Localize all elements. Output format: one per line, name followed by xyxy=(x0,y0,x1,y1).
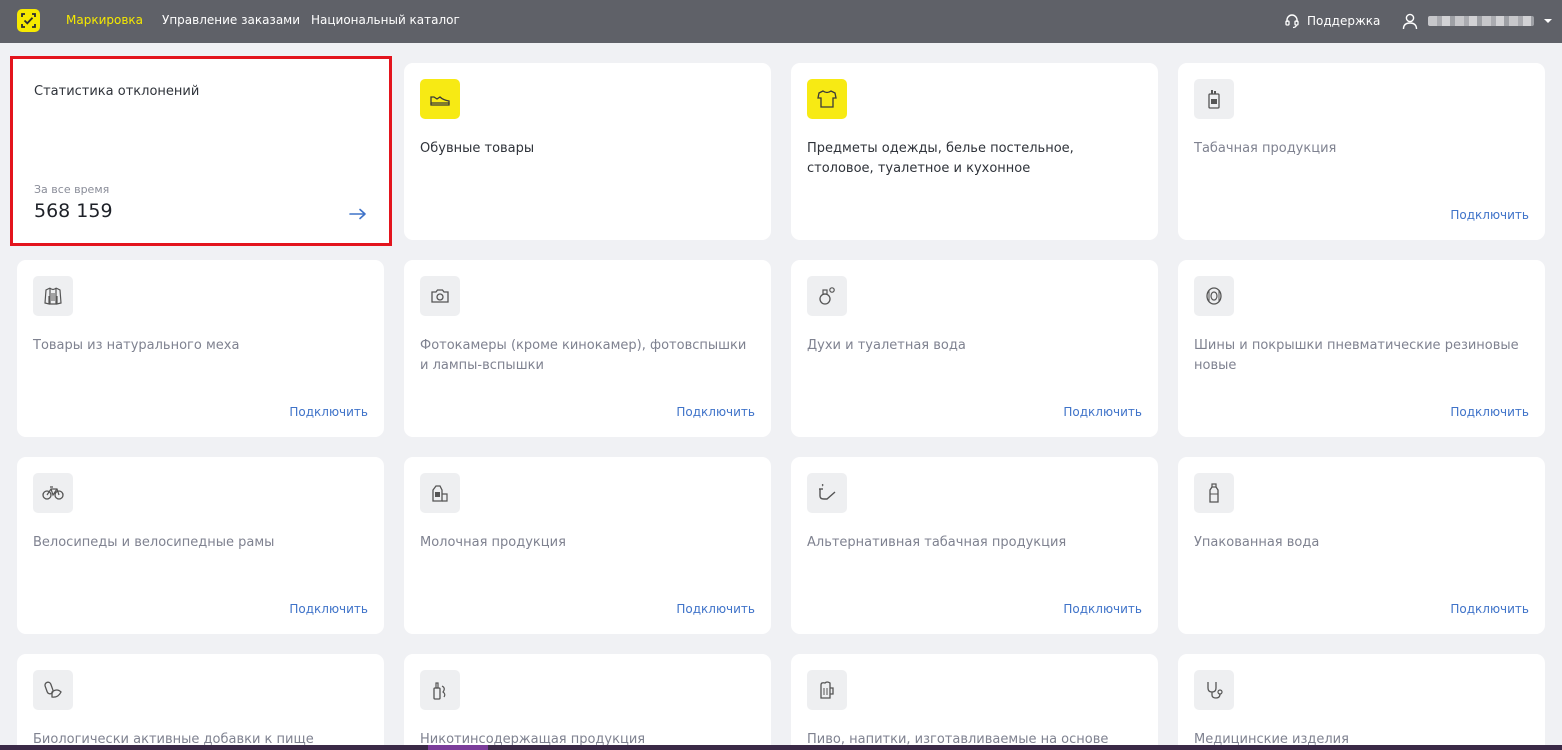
category-card-dairy[interactable]: Молочная продукция Подключить xyxy=(404,457,771,634)
deviation-statistics-card[interactable]: Статистика отклонений За все время 568 1… xyxy=(10,56,392,246)
tire-icon xyxy=(1194,276,1234,316)
stats-period: За все время xyxy=(34,183,110,196)
supplements-icon xyxy=(33,670,73,710)
taskbar-edge xyxy=(0,745,1562,750)
category-title: Фотокамеры (кроме кинокамер), фотовспышк… xyxy=(420,338,747,373)
milk-icon xyxy=(420,473,460,513)
arrow-right-icon[interactable] xyxy=(349,208,367,220)
category-title: Обувные товары xyxy=(420,141,535,156)
connect-link[interactable]: Подключить xyxy=(1450,405,1529,419)
category-title: Молочная продукция xyxy=(420,535,566,550)
category-card-water[interactable]: Упакованная вода Подключить xyxy=(1178,457,1545,634)
stethoscope-icon xyxy=(1194,670,1234,710)
support-button[interactable]: Поддержка xyxy=(1284,11,1380,31)
nav-marking[interactable]: Маркировка xyxy=(66,13,143,27)
category-title: Духи и туалетная вода xyxy=(807,338,966,353)
stats-value: 568 159 xyxy=(34,200,113,222)
connect-link[interactable]: Подключить xyxy=(289,602,368,616)
nav-national-catalog[interactable]: Национальный каталог xyxy=(311,13,460,27)
pipe-icon xyxy=(807,473,847,513)
water-bottle-icon xyxy=(1194,473,1234,513)
category-card-cameras[interactable]: Фотокамеры (кроме кинокамер), фотовспышк… xyxy=(404,260,771,437)
connect-link[interactable]: Подключить xyxy=(1063,602,1142,616)
top-navigation-bar: Маркировка Управление заказами Националь… xyxy=(0,0,1562,43)
camera-icon xyxy=(420,276,460,316)
category-title: Товары из натурального меха xyxy=(33,338,240,353)
category-card-tobacco[interactable]: Табачная продукция Подключить xyxy=(1178,63,1545,240)
category-title: Альтернативная табачная продукция xyxy=(807,535,1067,550)
category-card-nicotine[interactable]: Никотинсодержащая продукция xyxy=(404,654,771,750)
category-card-shoes[interactable]: Обувные товары xyxy=(404,63,771,240)
vape-icon xyxy=(420,670,460,710)
taskbar-active-segment xyxy=(428,745,488,750)
category-card-medical[interactable]: Медицинские изделия xyxy=(1178,654,1545,750)
connect-link[interactable]: Подключить xyxy=(1450,602,1529,616)
bicycle-icon xyxy=(33,473,73,513)
shoe-icon xyxy=(420,79,460,119)
category-title: Упакованная вода xyxy=(1194,535,1320,550)
perfume-icon xyxy=(807,276,847,316)
connect-link[interactable]: Подключить xyxy=(676,602,755,616)
tshirt-icon xyxy=(807,79,847,119)
category-card-supplements[interactable]: Биологически активные добавки к пище xyxy=(17,654,384,750)
user-name-redacted xyxy=(1428,16,1534,26)
category-card-beer[interactable]: Пиво, напитки, изготавливаемые на основе… xyxy=(791,654,1158,750)
beer-icon xyxy=(807,670,847,710)
nav-order-management[interactable]: Управление заказами xyxy=(162,13,300,27)
category-card-perfume[interactable]: Духи и туалетная вода Подключить xyxy=(791,260,1158,437)
category-title: Велосипеды и велосипедные рамы xyxy=(33,535,275,550)
category-card-fur[interactable]: Товары из натурального меха Подключить xyxy=(17,260,384,437)
category-card-bicycles[interactable]: Велосипеды и велосипедные рамы Подключит… xyxy=(17,457,384,634)
cigarette-pack-icon xyxy=(1194,79,1234,119)
category-title: Предметы одежды, белье постельное, столо… xyxy=(807,141,1074,176)
connect-link[interactable]: Подключить xyxy=(1450,208,1529,222)
category-card-alt-tobacco[interactable]: Альтернативная табачная продукция Подклю… xyxy=(791,457,1158,634)
connect-link[interactable]: Подключить xyxy=(1063,405,1142,419)
support-label: Поддержка xyxy=(1307,14,1381,28)
user-menu[interactable] xyxy=(1402,11,1552,31)
user-icon xyxy=(1402,13,1418,29)
fur-coat-icon xyxy=(33,276,73,316)
connect-link[interactable]: Подключить xyxy=(676,405,755,419)
category-title: Шины и покрышки пневматические резиновые… xyxy=(1194,338,1519,373)
category-card-clothing[interactable]: Предметы одежды, белье постельное, столо… xyxy=(791,63,1158,240)
chestny-znak-logo-icon[interactable] xyxy=(17,9,40,32)
category-card-tires[interactable]: Шины и покрышки пневматические резиновые… xyxy=(1178,260,1545,437)
connect-link[interactable]: Подключить xyxy=(289,405,368,419)
category-title: Табачная продукция xyxy=(1194,141,1337,156)
headset-icon xyxy=(1285,14,1299,29)
stats-title: Статистика отклонений xyxy=(34,84,200,99)
chevron-down-icon[interactable] xyxy=(1544,19,1552,23)
